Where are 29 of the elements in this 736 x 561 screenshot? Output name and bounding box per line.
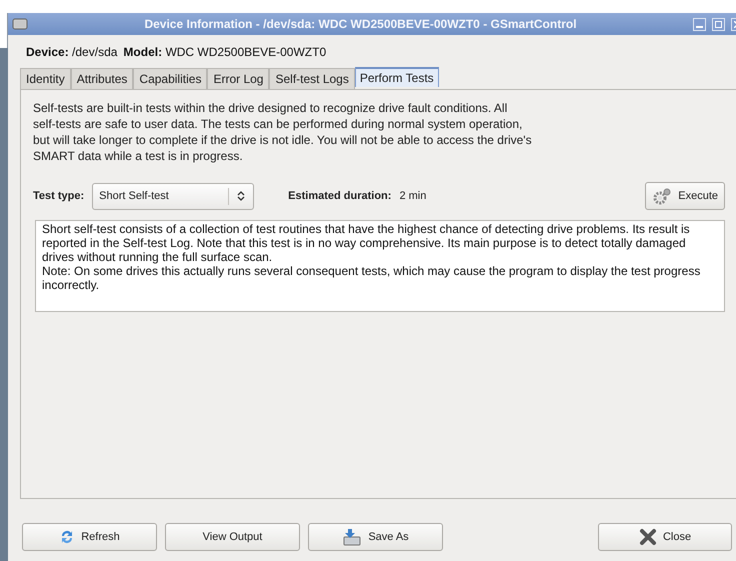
execute-button[interactable]: Execute: [645, 182, 725, 210]
gear-icon: [652, 187, 672, 205]
drive-icon: [12, 17, 28, 31]
maximize-button[interactable]: [712, 18, 725, 30]
tab[interactable]: Attributes: [70, 68, 134, 89]
description-text: Note: On some drives this actually runs several consequent tests, which may cause the program to display the test progress incorrectly.: [42, 264, 702, 292]
intro-text: Self-tests are built-in tests within the drive designed to recognize drive fault conditions. All self-tests are safe to user data. The tests can be performed during normal system operation, but will take longer to complete if the drive is not idle. You will not be able to access the drive's SMART data while a test is in progress.: [33, 100, 533, 164]
tab[interactable]: Capabilities: [133, 68, 208, 89]
description-text: Short self-test consists of a collection of test routines that have the highest chance of detecting drive problems. Its result is reported in the Self-test Log. Note that this test is in no way comprehensive. Its main purpose is to detect totally damaged drives without running the full surface scan.: [42, 222, 691, 264]
window-title: Device Information - /dev/sda: WDC WD2500BEVE-00WZT0 - GSmartControl: [143, 17, 578, 31]
tab[interactable]: Perform Tests: [354, 67, 439, 87]
device-info: Device: /dev/sda: [26, 45, 118, 59]
test-type-dropdown[interactable]: Short Self-test: [92, 182, 254, 210]
duration-label: Estimated duration:: [288, 190, 392, 202]
tab[interactable]: Self-test Logs: [269, 68, 355, 89]
dialog-button[interactable]: Refresh: [22, 523, 157, 551]
maximize-icon: [715, 20, 722, 28]
dialog-button[interactable]: Save As: [308, 523, 443, 551]
model-info: Model: WDC WD2500BEVE-00WZT0: [123, 45, 326, 59]
tab[interactable]: Error Log: [207, 68, 270, 89]
drive-download-icon: [342, 528, 362, 546]
duration-value: 2 min: [399, 190, 426, 202]
tab[interactable]: Identity: [20, 68, 71, 89]
spinner-arrows-icon: [237, 190, 246, 202]
minimize-button[interactable]: [693, 18, 706, 30]
dialog-button[interactable]: View Output: [165, 523, 300, 551]
test-type-label: Test type:: [33, 190, 84, 202]
close-icon: [638, 528, 657, 546]
dialog-button[interactable]: Close: [598, 523, 732, 551]
